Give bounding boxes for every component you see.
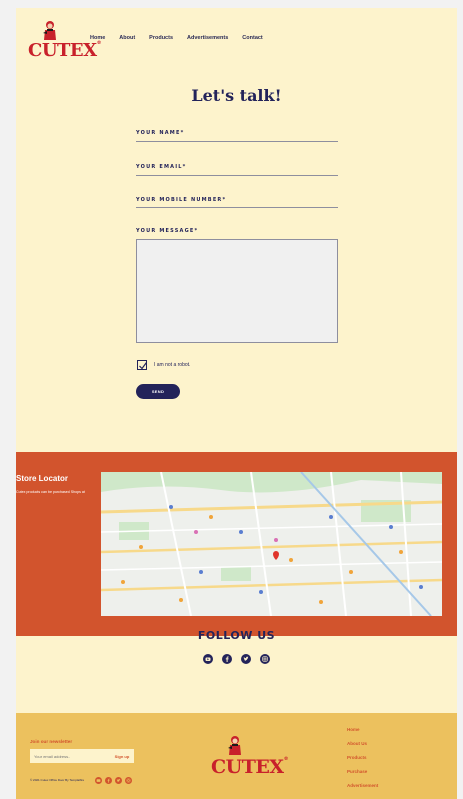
store-locator-description: Cutex products can be purchased Shops at — [16, 490, 85, 494]
brand-wordmark: CUTEX® — [28, 40, 102, 61]
mobile-field-label: YOUR MOBILE NUMBER* — [136, 197, 227, 203]
nav-item-products[interactable]: Products — [149, 35, 173, 41]
message-field-label: YOUR MESSAGE* — [136, 228, 199, 234]
newsletter-signup-button[interactable]: Sign up — [112, 751, 132, 761]
facebook-icon[interactable] — [222, 654, 232, 664]
store-locator-title: Store Locator — [16, 474, 69, 483]
copyright-text: © 2021 Cutex Office Door By Templatfire — [30, 778, 85, 782]
checkmark-icon — [139, 362, 147, 370]
email-field-label: YOUR EMAIL* — [136, 164, 187, 170]
message-textarea[interactable] — [136, 239, 338, 343]
footer-twitter-icon[interactable] — [115, 777, 122, 784]
footer-social-links — [95, 777, 132, 784]
footer-facebook-icon[interactable] — [105, 777, 112, 784]
mascot-icon — [43, 21, 56, 40]
captcha-label: I am not a robot. — [154, 362, 191, 368]
twitter-icon[interactable] — [241, 654, 251, 664]
footer-instagram-icon[interactable] — [125, 777, 132, 784]
name-field[interactable] — [136, 141, 338, 142]
footer-link-products[interactable]: Products — [347, 755, 378, 760]
footer-brand-logo[interactable]: CUTEX® — [211, 735, 289, 785]
nav-item-contact[interactable]: Contact — [242, 35, 262, 41]
nav-item-home[interactable]: Home — [90, 35, 105, 41]
follow-us-title: FOLLOW US — [197, 629, 276, 642]
youtube-icon[interactable] — [203, 654, 213, 664]
brand-logo[interactable]: CUTEX® — [28, 20, 102, 64]
footer-link-advertisement[interactable]: Advertisement — [347, 783, 378, 788]
footer-brand-wordmark: CUTEX® — [211, 756, 289, 778]
footer-mascot-icon — [228, 736, 241, 755]
send-button[interactable]: SEND — [136, 384, 180, 399]
nav-item-advertisements[interactable]: Advertisements — [187, 35, 228, 41]
nav-item-about[interactable]: About — [119, 35, 135, 41]
store-map[interactable] — [101, 472, 442, 616]
name-field-label: YOUR NAME* — [136, 130, 185, 136]
footer-link-about-us[interactable]: About Us — [347, 741, 378, 746]
page-title: Let's talk! — [191, 86, 282, 105]
map-illustration — [101, 472, 442, 616]
newsletter-title: Join our newsletter — [30, 739, 73, 744]
instagram-icon[interactable] — [260, 654, 270, 664]
site-footer: Join our newsletter Sign up © 2021 Cutex… — [16, 713, 457, 799]
footer-links: Home About Us Products Purchase Advertis… — [347, 727, 378, 788]
email-field[interactable] — [136, 175, 338, 176]
captcha-checkbox[interactable] — [137, 360, 147, 370]
footer-link-home[interactable]: Home — [347, 727, 378, 732]
mobile-field[interactable] — [136, 207, 338, 208]
main-nav: Home About Products Advertisements Conta… — [90, 35, 263, 41]
footer-link-purchase[interactable]: Purchase — [347, 769, 378, 774]
footer-youtube-icon[interactable] — [95, 777, 102, 784]
social-links — [16, 654, 457, 664]
page: CUTEX® Home About Products Advertisement… — [16, 8, 457, 799]
store-locator-section: Store Locator Cutex products can be purc… — [16, 452, 457, 636]
